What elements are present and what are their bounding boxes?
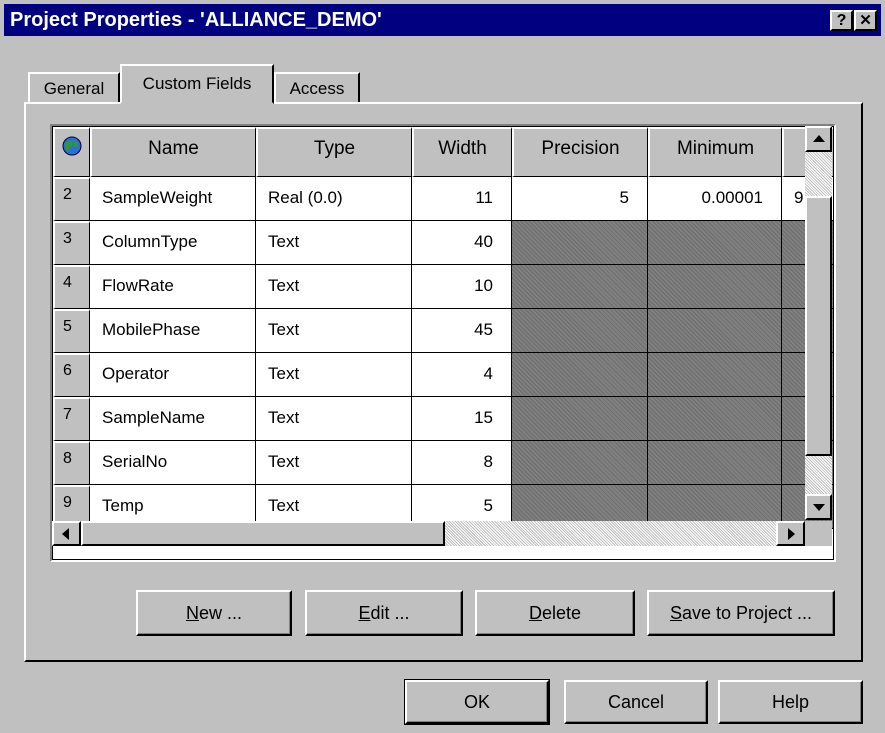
help-icon[interactable]: ?: [830, 10, 853, 31]
edit-field-button[interactable]: Edit ...: [305, 590, 463, 636]
cell-minimum[interactable]: 0.00001: [648, 177, 782, 221]
row-number[interactable]: 4: [53, 265, 90, 309]
cell-minimum-disabled: [648, 221, 782, 265]
tab-custom-fields-label: Custom Fields: [142, 74, 252, 93]
cell-width[interactable]: 10: [412, 265, 512, 309]
column-header-minimum[interactable]: Minimum: [648, 127, 782, 177]
help-button[interactable]: Help: [718, 680, 863, 724]
cell-minimum-disabled: [648, 353, 782, 397]
edit-button-mnemonic: E: [358, 603, 371, 623]
cell-name[interactable]: SampleName: [90, 397, 256, 441]
row-number[interactable]: 2: [53, 177, 90, 221]
grid-corner-globe-icon[interactable]: [53, 127, 90, 177]
cell-precision-disabled: [512, 353, 648, 397]
tab-access[interactable]: Access: [274, 72, 360, 104]
ok-button[interactable]: OK: [404, 679, 550, 725]
scroll-down-button[interactable]: [805, 494, 832, 520]
cell-width[interactable]: 45: [412, 309, 512, 353]
custom-fields-grid[interactable]: Name Type Width Precision Minimum 2 Samp…: [50, 124, 836, 562]
cell-width[interactable]: 11: [412, 177, 512, 221]
vertical-scroll-thumb[interactable]: [805, 196, 832, 456]
cell-precision-disabled: [512, 265, 648, 309]
scroll-up-button[interactable]: [805, 126, 832, 152]
save-button-mnemonic: S: [669, 603, 682, 623]
cell-type[interactable]: Text: [256, 221, 412, 265]
tab-custom-fields[interactable]: Custom Fields: [120, 64, 274, 104]
scrollbar-corner: [805, 521, 832, 546]
column-header-name[interactable]: Name: [90, 127, 256, 177]
cell-name[interactable]: Operator: [90, 353, 256, 397]
save-button-label: ave to Project ...: [681, 603, 813, 623]
arrow-down-icon: [813, 504, 825, 511]
cell-precision-disabled: [512, 221, 648, 265]
title-bar[interactable]: Project Properties - 'ALLIANCE_DEMO' ? ✕: [4, 4, 881, 36]
row-number[interactable]: 6: [53, 353, 90, 397]
cell-precision-disabled: [512, 397, 648, 441]
horizontal-scroll-thumb[interactable]: [81, 521, 445, 546]
row-number[interactable]: 7: [53, 397, 90, 441]
cell-width[interactable]: 8: [412, 441, 512, 485]
tab-access-label: Access: [289, 79, 345, 98]
grid-body: Name Type Width Precision Minimum 2 Samp…: [52, 126, 834, 560]
cell-width[interactable]: 15: [412, 397, 512, 441]
cell-precision-disabled: [512, 441, 648, 485]
arrow-right-icon: [788, 528, 795, 540]
row-number[interactable]: 3: [53, 221, 90, 265]
new-button-mnemonic: N: [185, 603, 199, 623]
arrow-left-icon: [62, 528, 69, 540]
scroll-right-button[interactable]: [776, 521, 805, 546]
cell-precision[interactable]: 5: [512, 177, 648, 221]
cell-width[interactable]: 40: [412, 221, 512, 265]
arrow-up-icon: [813, 135, 825, 142]
column-header-type[interactable]: Type: [256, 127, 412, 177]
new-field-button[interactable]: New ...: [136, 590, 292, 636]
delete-button-mnemonic: D: [528, 603, 542, 623]
edit-button-label: dit ...: [370, 603, 410, 623]
cancel-button[interactable]: Cancel: [564, 680, 708, 724]
cell-minimum-disabled: [648, 441, 782, 485]
cell-type[interactable]: Text: [256, 397, 412, 441]
tab-general-label: General: [43, 79, 105, 98]
cell-minimum-disabled: [648, 397, 782, 441]
tab-general[interactable]: General: [28, 72, 120, 104]
row-number[interactable]: 8: [53, 441, 90, 485]
cell-type[interactable]: Text: [256, 441, 412, 485]
vertical-scrollbar[interactable]: [805, 126, 832, 520]
save-to-project-button[interactable]: Save to Project ...: [647, 590, 835, 636]
cell-name[interactable]: SerialNo: [90, 441, 256, 485]
new-button-label: ew ...: [198, 603, 242, 623]
window-title: Project Properties - 'ALLIANCE_DEMO': [10, 9, 382, 31]
horizontal-scrollbar[interactable]: [52, 521, 805, 546]
row-number[interactable]: 5: [53, 309, 90, 353]
scroll-left-button[interactable]: [52, 521, 81, 546]
cell-type[interactable]: Text: [256, 265, 412, 309]
project-properties-dialog: Project Properties - 'ALLIANCE_DEMO' ? ✕…: [0, 0, 885, 733]
delete-button-label: elete: [541, 603, 582, 623]
cell-precision-disabled: [512, 309, 648, 353]
cell-name[interactable]: SampleWeight: [90, 177, 256, 221]
delete-field-button[interactable]: Delete: [475, 590, 635, 636]
cell-type[interactable]: Text: [256, 309, 412, 353]
column-header-width[interactable]: Width: [412, 127, 512, 177]
cell-type[interactable]: Text: [256, 353, 412, 397]
close-icon[interactable]: ✕: [854, 10, 877, 31]
cell-width[interactable]: 4: [412, 353, 512, 397]
cell-type[interactable]: Real (0.0): [256, 177, 412, 221]
cell-name[interactable]: MobilePhase: [90, 309, 256, 353]
cell-name[interactable]: FlowRate: [90, 265, 256, 309]
column-header-precision[interactable]: Precision: [512, 127, 648, 177]
cell-minimum-disabled: [648, 265, 782, 309]
cell-minimum-disabled: [648, 309, 782, 353]
cell-name[interactable]: ColumnType: [90, 221, 256, 265]
